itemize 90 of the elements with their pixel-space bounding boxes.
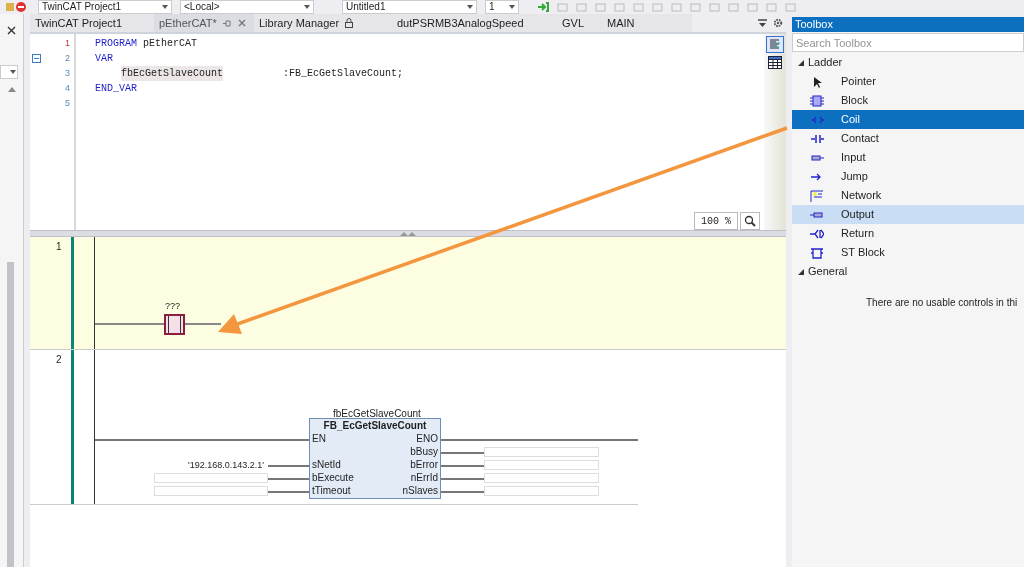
panel-title: Toolbox	[792, 17, 1024, 32]
zoom-field[interactable]: 100 %	[694, 212, 738, 230]
pin-label: bExecute	[312, 473, 354, 483]
line-number: 4	[65, 81, 71, 95]
lock-icon	[345, 18, 354, 28]
expanded-icon[interactable]	[798, 268, 804, 275]
network-number: 2	[56, 353, 62, 367]
toolbox-item[interactable]: Network	[792, 186, 1024, 205]
keyword: END_VAR	[95, 82, 137, 96]
st-block-icon	[810, 245, 824, 260]
toolbox-item[interactable]: ST Block	[792, 243, 1024, 262]
line-number: 1	[65, 36, 71, 50]
wire	[268, 478, 309, 480]
dropdown-menu-icon[interactable]	[758, 19, 767, 27]
output-field[interactable]	[484, 460, 599, 470]
text-view-icon[interactable]	[766, 36, 784, 53]
dropdown-field[interactable]	[0, 65, 18, 79]
scrollbar-thumb[interactable]	[7, 262, 14, 567]
line-number: 3	[65, 66, 71, 80]
tree-group[interactable]: Ladder	[792, 53, 1024, 72]
dropdown-field[interactable]: 1	[485, 0, 519, 14]
close-icon[interactable]	[7, 26, 16, 35]
pin-icon[interactable]	[222, 19, 232, 27]
wire	[441, 491, 484, 493]
tab[interactable]: dutPSRMB3AnalogSpeed	[392, 14, 557, 32]
dropdown-field[interactable]: TwinCAT Project1	[38, 0, 172, 14]
wire	[268, 491, 309, 493]
wire	[441, 465, 484, 467]
code-text: fbEcGetSlaveCount	[121, 66, 224, 81]
line-number: 5	[65, 96, 71, 110]
search-field[interactable]: Search Toolbox	[792, 33, 1024, 52]
caret-icon[interactable]	[304, 5, 310, 9]
expanded-icon[interactable]	[798, 59, 804, 66]
pin-label: bError	[409, 460, 438, 470]
settings-icon[interactable]	[773, 18, 783, 28]
toolbox-item[interactable]: Contact	[792, 129, 1024, 148]
empty-message: There are no usable controls in thi	[866, 297, 1018, 308]
wire	[441, 452, 484, 454]
pin-label: sNetId	[312, 460, 341, 470]
code-text: pEtherCAT	[143, 37, 198, 51]
caret-icon[interactable]	[10, 70, 16, 74]
toolbox-item[interactable]: Return	[792, 224, 1024, 243]
block-title: FB_EcGetSlaveCount	[322, 419, 428, 433]
block-icon	[810, 93, 824, 108]
tab[interactable]: pEtherCAT*	[154, 14, 254, 32]
tab[interactable]: GVL	[557, 14, 602, 32]
dropdown-field[interactable]: Untitled1	[342, 0, 477, 14]
caret-icon[interactable]	[509, 5, 515, 9]
coil[interactable]	[164, 314, 185, 335]
dropdown-field[interactable]: <Local>	[180, 0, 314, 14]
tab[interactable]: MAIN	[602, 14, 692, 32]
keyword: PROGRAM	[95, 37, 137, 51]
pin-label: EN	[312, 434, 326, 444]
input-field[interactable]	[154, 473, 268, 483]
wire	[268, 465, 309, 467]
toolbox-item[interactable]: Input	[792, 148, 1024, 167]
pin-label: nErrId	[409, 473, 438, 483]
line-number: 2	[65, 51, 71, 65]
tab[interactable]: TwinCAT Project1	[30, 14, 154, 32]
network-number: 1	[56, 240, 62, 254]
zoom-icon[interactable]	[740, 212, 760, 230]
scroll-up-icon[interactable]	[7, 87, 16, 92]
login-icon[interactable]	[537, 2, 549, 12]
caret-icon[interactable]	[162, 5, 168, 9]
wire	[441, 478, 484, 480]
toolbox-item[interactable]: Pointer	[792, 72, 1024, 91]
code-text: :FB_EcGetSlaveCount;	[283, 67, 404, 81]
table-view-icon[interactable]	[768, 56, 782, 69]
toolbox-item[interactable]: Coil	[792, 110, 1024, 129]
coil-label: ???	[165, 300, 181, 313]
collapse-icon[interactable]	[32, 54, 41, 63]
caret-icon[interactable]	[467, 5, 473, 9]
toolbox-item[interactable]: Block	[792, 91, 1024, 110]
pin-label: bBusy	[409, 447, 438, 457]
toolbox-item[interactable]: Jump	[792, 167, 1024, 186]
tree-group[interactable]: General	[792, 262, 1024, 281]
input-value: '192.168.0.143.2.1'	[187, 461, 264, 470]
network-icon	[810, 188, 824, 203]
output-field[interactable]	[484, 473, 599, 483]
network-background[interactable]: 1 ???	[30, 237, 786, 350]
pin-label: nSlaves	[401, 486, 438, 496]
toolbox-item[interactable]: Output	[792, 205, 1024, 224]
output-field[interactable]	[484, 447, 599, 457]
pin-label: tTimeout	[312, 486, 351, 496]
pin-label: ENO	[415, 434, 438, 444]
keyword: VAR	[95, 52, 113, 66]
tab[interactable]: Library Manager	[254, 14, 392, 32]
output-field[interactable]	[484, 486, 599, 496]
input-field[interactable]	[154, 486, 268, 496]
instance-name: fbEcGetSlaveCount	[333, 407, 421, 421]
